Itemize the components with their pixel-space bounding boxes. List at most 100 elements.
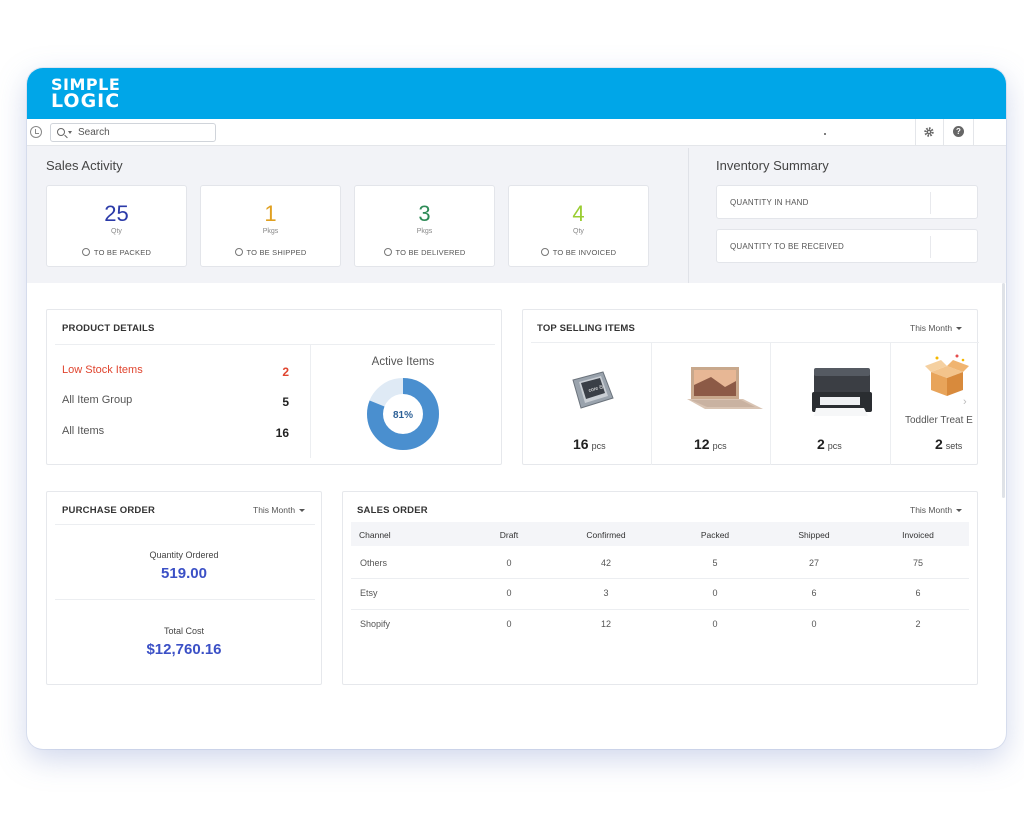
qty-value: 12 <box>694 436 710 452</box>
chevron-down-icon <box>299 509 306 512</box>
active-items-donut: 81% <box>367 378 439 450</box>
gear-icon[interactable] <box>923 126 935 138</box>
invoiced-cell: 2 <box>915 619 921 629</box>
cpu-chip-icon[interactable]: core i5 <box>567 368 617 412</box>
qty-value: 2 <box>817 436 825 452</box>
search-placeholder: Search <box>78 127 110 138</box>
activity-value: 3 <box>418 201 431 226</box>
activity-label-row: TO BE PACKED <box>47 248 186 257</box>
activity-label-row: TO BE INVOICED <box>509 248 648 257</box>
table-header <box>351 522 969 546</box>
draft-cell: 0 <box>506 619 512 629</box>
packed-cell: 0 <box>712 619 718 629</box>
panel-title: SALES ORDER <box>357 505 428 516</box>
qty-value: 2 <box>935 436 943 452</box>
sales-order-panel: SALES ORDER This Month Channel Draft Con… <box>342 491 978 685</box>
brand-header: SIMPLE LOGIC <box>27 68 1006 119</box>
product-details-panel: PRODUCT DETAILS Low Stock Items 2 All It… <box>46 309 502 465</box>
activity-label: TO BE INVOICED <box>552 248 617 257</box>
logo[interactable]: SIMPLE LOGIC <box>51 77 120 111</box>
divider <box>651 342 652 465</box>
printer-icon[interactable] <box>806 364 876 418</box>
activity-unit: Qty <box>111 228 122 235</box>
top-selling-panel: TOP SELLING ITEMS This Month core i5 › T… <box>522 309 979 465</box>
item-qty: 2 sets <box>935 436 962 452</box>
panel-title: PURCHASE ORDER <box>62 505 156 516</box>
toolbar: Search ? <box>27 119 1006 146</box>
history-icon[interactable] <box>30 126 42 138</box>
activity-value: 1 <box>264 201 277 226</box>
confirmed-cell: 42 <box>600 558 611 568</box>
divider <box>351 609 969 610</box>
item-group-count: 5 <box>282 395 289 409</box>
laptop-icon[interactable] <box>683 365 765 413</box>
activity-card-to-be-delivered[interactable]: 3 Pkgs TO BE DELIVERED <box>354 185 495 267</box>
check-circle-icon <box>81 248 90 256</box>
shipped-cell: 6 <box>811 588 817 598</box>
inventory-row-label: QUANTITY IN HAND <box>730 198 809 207</box>
divider <box>930 236 931 258</box>
inventory-row-label: QUANTITY TO BE RECEIVED <box>730 242 844 251</box>
divider <box>55 599 315 600</box>
low-stock-items-link[interactable]: Low Stock Items <box>62 364 143 376</box>
item-qty: 16 pcs <box>573 436 606 452</box>
shipped-cell: 0 <box>811 619 817 629</box>
draft-cell: 0 <box>506 558 512 568</box>
donut-percent-label: 81% <box>393 410 413 421</box>
activity-unit: Qty <box>573 228 584 235</box>
activity-label: TO BE PACKED <box>93 248 152 257</box>
channel-cell: Etsy <box>360 588 378 598</box>
chevron-right-icon[interactable]: › <box>963 396 967 408</box>
all-items-count: 16 <box>275 426 289 440</box>
qty-unit: pcs <box>591 441 606 451</box>
invoiced-cell: 75 <box>912 558 923 568</box>
divider <box>351 578 969 579</box>
help-icon[interactable]: ? <box>953 126 964 137</box>
period-dropdown[interactable]: This Month <box>910 323 963 333</box>
panel-title: PRODUCT DETAILS <box>62 323 155 334</box>
divider <box>688 148 689 283</box>
gift-box-icon[interactable] <box>923 352 971 400</box>
scrollbar[interactable] <box>1002 283 1005 498</box>
activity-value: 4 <box>572 201 585 226</box>
total-cost-label: Total Cost <box>163 626 205 636</box>
sales-activity-title: Sales Activity <box>46 158 123 173</box>
activity-value: 25 <box>104 201 129 226</box>
confirmed-cell: 3 <box>603 588 609 598</box>
all-items-link[interactable]: All Items <box>62 425 104 437</box>
active-items-title: Active Items <box>371 356 435 368</box>
divider <box>531 342 979 343</box>
inventory-summary-title: Inventory Summary <box>716 158 829 173</box>
column-header-shipped: Shipped <box>798 530 830 540</box>
activity-card-to-be-packed[interactable]: 25 Qty TO BE PACKED <box>46 185 187 267</box>
divider <box>930 192 931 214</box>
inventory-row-quantity-to-be-received: QUANTITY TO BE RECEIVED <box>716 229 978 263</box>
app-window: SIMPLE LOGIC Search ? Sales Activity 25 … <box>27 68 1006 749</box>
column-header-draft: Draft <box>499 530 519 540</box>
chevron-down-icon <box>956 327 963 330</box>
chevron-down-icon[interactable] <box>68 131 72 134</box>
activity-label-row: TO BE DELIVERED <box>355 248 494 257</box>
activity-label: TO BE DELIVERED <box>395 248 466 257</box>
inventory-row-quantity-in-hand: QUANTITY IN HAND <box>716 185 978 219</box>
activity-card-to-be-shipped[interactable]: 1 Pkgs TO BE SHIPPED <box>200 185 341 267</box>
activity-card-to-be-invoiced[interactable]: 4 Qty TO BE INVOICED <box>508 185 649 267</box>
column-header-packed: Packed <box>700 530 730 540</box>
search-input[interactable]: Search <box>50 123 216 142</box>
all-item-group-link[interactable]: All Item Group <box>62 394 132 406</box>
divider <box>973 119 974 146</box>
period-dropdown[interactable]: This Month <box>253 505 306 515</box>
divider <box>770 342 771 465</box>
divider <box>943 119 944 146</box>
item-qty: 2 pcs <box>817 436 842 452</box>
activity-unit: Pkgs <box>416 228 433 235</box>
period-label: This Month <box>910 505 953 515</box>
qty-unit: pcs <box>827 441 842 451</box>
invoice-icon <box>540 248 549 256</box>
quantity-ordered-value: 519.00 <box>161 565 207 582</box>
period-label: This Month <box>910 323 953 333</box>
quantity-ordered-label: Quantity Ordered <box>149 550 219 560</box>
period-dropdown[interactable]: This Month <box>910 505 963 515</box>
column-header-invoiced: Invoiced <box>902 530 934 540</box>
qty-value: 16 <box>573 436 589 452</box>
